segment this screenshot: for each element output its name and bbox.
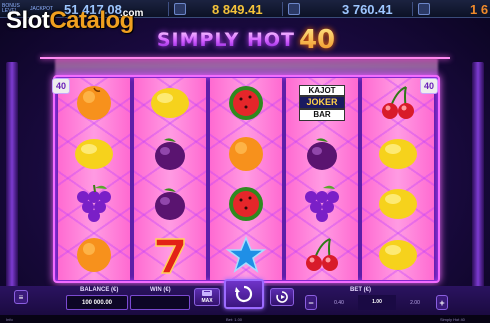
lines-badge-left: 40 [52,78,70,94]
jackpot-value-2: 8 849.41 [212,1,263,17]
balance-label: BALANCE (€) [80,287,119,293]
pillar-left [6,62,18,292]
kajot-label: KAJOT [299,85,345,97]
max-bet-button[interactable]: MAX [194,288,220,306]
bet-selector[interactable]: 0.40 1.00 2.00 [320,295,434,310]
jackpot-icon [418,3,430,15]
bet-option[interactable]: 0.40 [320,300,358,306]
seven-icon [148,233,192,277]
win-value [130,295,190,310]
status-game-name: Simply Hot 40 [440,316,465,322]
balance-value: 100 000.00 [66,295,128,310]
plum-icon [148,132,192,176]
bet-label: BET (€) [350,287,371,293]
watermelon-icon [224,182,268,226]
bet-option[interactable]: 2.00 [396,300,434,306]
reel-3 [210,78,282,280]
menu-icon[interactable]: ≡ [14,290,28,304]
kajot-joker-bar-icon: KAJOT JOKER BAR [296,81,348,125]
plum-icon [148,182,192,226]
spin-icon [235,285,253,303]
reels: KAJOT JOKER BAR [58,78,434,280]
jackpot-icon [288,3,300,15]
lemon-icon [376,132,420,176]
divider [412,2,413,16]
lines-badge-right: 40 [420,78,438,94]
bet-increase-button[interactable]: + [436,295,448,310]
lemon-icon [376,233,420,277]
orange-icon [72,81,116,125]
cherry-icon [300,233,344,277]
reel-2 [134,78,206,280]
divider [168,2,169,16]
autoplay-button[interactable] [270,288,294,306]
game-title: SIMPLY HOT 40 [156,25,336,55]
max-bet-icon [202,290,212,296]
grapes-icon [72,182,116,226]
lemon-icon [376,182,420,226]
lemon-icon [148,81,192,125]
pillar-right [472,62,484,292]
jackpot-value-4: 1 6 [470,1,489,17]
divider [282,2,283,16]
watermelon-icon [224,81,268,125]
reel-4: KAJOT JOKER BAR [286,78,358,280]
orange-icon [224,132,268,176]
watermark-logo: SlotCatalog [6,7,134,34]
autoplay-icon [276,291,288,303]
plum-icon [300,132,344,176]
win-label: WIN (€) [150,287,171,293]
status-info[interactable]: Info [6,317,13,322]
star-icon [224,233,268,277]
grapes-icon [300,182,344,226]
jackpot-value-3: 3 760.41 [342,1,393,17]
bet-decrease-button[interactable]: − [305,295,317,310]
bar-label: BAR [299,109,345,122]
reel-1 [58,78,130,280]
bet-option-selected[interactable]: 1.00 [358,295,396,310]
status-bet: Bet: 1.00 [226,316,243,322]
lemon-icon [72,132,116,176]
watermark-domain: .com [120,8,144,19]
cherry-icon [376,81,420,125]
jackpot-icon [174,3,186,15]
spin-button[interactable] [224,279,264,309]
reel-5 [362,78,434,280]
status-bar: Info Bet: 1.00 Simply Hot 40 [0,315,490,323]
orange-icon [72,233,116,277]
joker-label: JOKER [299,96,345,110]
